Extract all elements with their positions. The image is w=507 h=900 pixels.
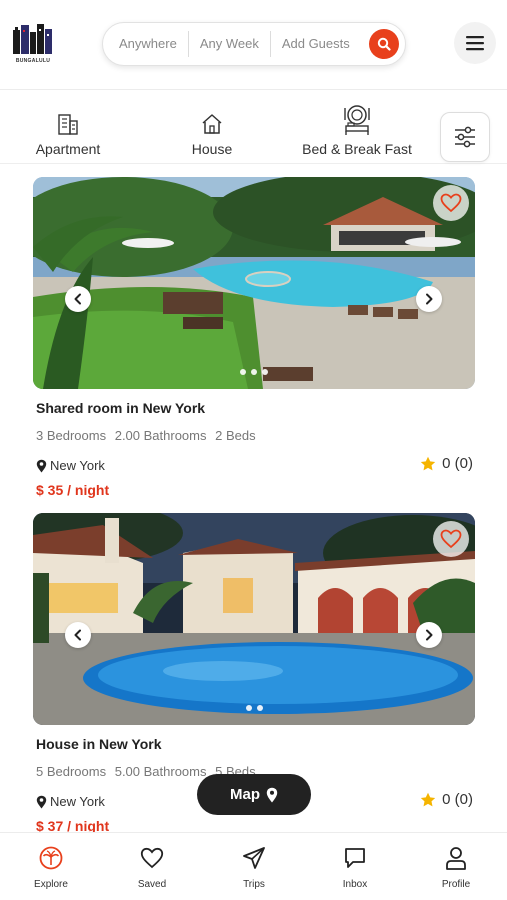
logo-skyline-icon bbox=[13, 24, 52, 54]
listing-bathrooms: 5.00 Bathrooms bbox=[114, 764, 207, 779]
listing-location: New York bbox=[36, 458, 105, 473]
person-icon bbox=[446, 847, 466, 870]
nav-inbox[interactable]: Inbox bbox=[320, 845, 390, 890]
photo-prev-button[interactable] bbox=[65, 286, 91, 312]
category-bar: Apartment House Bed & Break Fast bbox=[0, 104, 507, 164]
location-pin-icon bbox=[36, 459, 47, 472]
listing-bedrooms: 5 Bedrooms bbox=[36, 764, 107, 779]
search-bar[interactable]: Anywhere Any Week Add Guests bbox=[102, 22, 406, 66]
pagination-dot[interactable] bbox=[256, 705, 263, 711]
map-button-label: Map bbox=[230, 786, 260, 803]
chat-bubble-icon bbox=[345, 848, 365, 868]
nav-profile[interactable]: Profile bbox=[421, 845, 491, 890]
listing-title[interactable]: Shared room in New York bbox=[36, 400, 205, 416]
sliders-icon bbox=[455, 126, 475, 148]
nav-label: Profile bbox=[441, 879, 471, 890]
nav-explore[interactable]: Explore bbox=[16, 845, 86, 890]
nav-label: Saved bbox=[137, 879, 167, 890]
listing-specs: 3 Bedrooms 2.00 Bathrooms 2 Beds bbox=[36, 428, 261, 443]
location-pin-icon bbox=[36, 795, 47, 808]
search-button[interactable] bbox=[369, 29, 399, 59]
listing-location: New York bbox=[36, 794, 105, 809]
listing-location-text: New York bbox=[50, 458, 105, 473]
listing-photo[interactable] bbox=[33, 177, 475, 389]
search-where[interactable]: Anywhere bbox=[103, 31, 188, 57]
bottom-navigation: Explore Saved Trips Inbox Profile bbox=[0, 832, 507, 900]
hamburger-menu-icon bbox=[466, 36, 484, 51]
listing-rating-text: 0 (0) bbox=[442, 791, 473, 808]
listing-photo[interactable] bbox=[33, 513, 475, 725]
map-pin-icon bbox=[266, 787, 278, 802]
nav-trips[interactable]: Trips bbox=[219, 845, 289, 890]
top-header: BUNGALULU Anywhere Any Week Add Guests bbox=[0, 0, 507, 90]
nav-saved[interactable]: Saved bbox=[117, 845, 187, 890]
listing-rating-text: 0 (0) bbox=[442, 455, 473, 472]
listing-card[interactable]: Shared room in New York 3 Bedrooms 2.00 … bbox=[33, 177, 475, 507]
heart-icon bbox=[440, 193, 462, 213]
photo-next-button[interactable] bbox=[416, 622, 442, 648]
listing-beds: 2 Beds bbox=[215, 428, 256, 443]
pool-garden-photo bbox=[33, 177, 475, 389]
heart-icon bbox=[440, 529, 462, 549]
paper-plane-icon bbox=[243, 847, 265, 869]
pagination-dot[interactable] bbox=[245, 705, 252, 711]
explore-palm-icon bbox=[39, 846, 63, 870]
villa-pool-photo bbox=[33, 513, 475, 725]
menu-button[interactable] bbox=[454, 22, 496, 64]
brand-logo[interactable]: BUNGALULU bbox=[12, 22, 54, 66]
listing-bedrooms: 3 Bedrooms bbox=[36, 428, 107, 443]
pagination-dot[interactable] bbox=[262, 369, 268, 375]
search-when[interactable]: Any Week bbox=[187, 31, 270, 57]
chevron-right-icon bbox=[426, 293, 433, 305]
star-icon bbox=[420, 456, 436, 470]
category-apartment[interactable]: Apartment bbox=[30, 104, 106, 157]
category-label: Bed & Break Fast bbox=[302, 141, 412, 157]
favorite-button[interactable] bbox=[433, 185, 469, 221]
nav-label: Inbox bbox=[342, 879, 368, 890]
category-label: Apartment bbox=[35, 141, 101, 157]
nav-label: Explore bbox=[34, 879, 68, 890]
listing-rating: 0 (0) bbox=[420, 455, 473, 472]
listing-title[interactable]: House in New York bbox=[36, 736, 162, 752]
search-icon bbox=[377, 37, 391, 51]
pagination-dot[interactable] bbox=[251, 369, 257, 375]
logo-text: BUNGALULU bbox=[15, 58, 51, 64]
heart-icon bbox=[140, 847, 164, 869]
house-icon bbox=[202, 114, 222, 134]
apartment-building-icon bbox=[58, 114, 78, 135]
bed-breakfast-icon bbox=[344, 105, 370, 135]
chevron-left-icon bbox=[74, 629, 81, 641]
listing-rating: 0 (0) bbox=[420, 791, 473, 808]
listing-location-text: New York bbox=[50, 794, 105, 809]
photo-prev-button[interactable] bbox=[65, 622, 91, 648]
search-who[interactable]: Add Guests bbox=[269, 31, 361, 57]
category-bed-breakfast[interactable]: Bed & Break Fast bbox=[296, 104, 418, 157]
photo-next-button[interactable] bbox=[416, 286, 442, 312]
chevron-left-icon bbox=[74, 293, 81, 305]
favorite-button[interactable] bbox=[433, 521, 469, 557]
nav-label: Trips bbox=[243, 879, 265, 890]
star-icon bbox=[420, 792, 436, 806]
listing-price: $ 35 / night bbox=[36, 482, 110, 498]
pagination-dot[interactable] bbox=[240, 369, 246, 375]
category-label: House bbox=[191, 141, 233, 157]
map-button[interactable]: Map bbox=[197, 774, 311, 815]
category-house[interactable]: House bbox=[182, 104, 242, 157]
chevron-right-icon bbox=[426, 629, 433, 641]
photo-pagination-dots bbox=[33, 705, 475, 711]
listing-bathrooms: 2.00 Bathrooms bbox=[114, 428, 207, 443]
filter-button[interactable] bbox=[440, 112, 490, 162]
photo-pagination-dots bbox=[33, 369, 475, 375]
